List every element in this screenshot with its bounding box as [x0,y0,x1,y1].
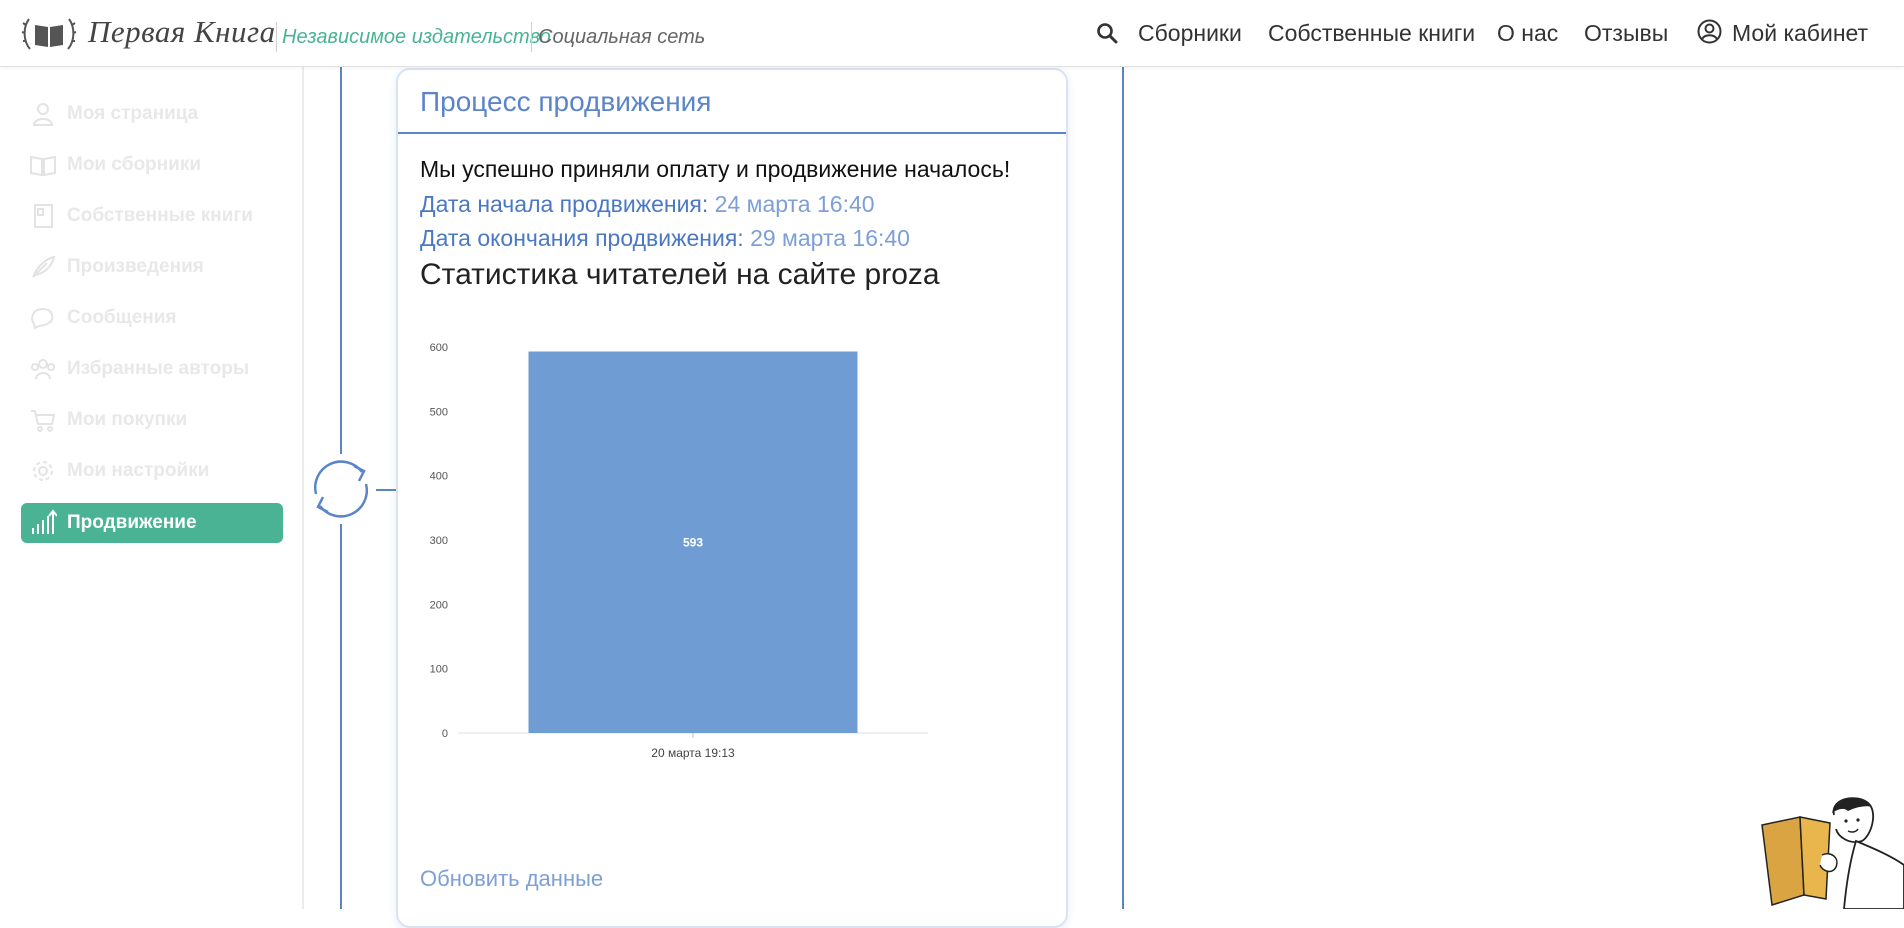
y-tick-label: 200 [430,599,448,611]
feather-icon [32,255,56,278]
nav-collections[interactable]: Сборники [1138,20,1242,47]
sidebar-item-purchases[interactable]: Мои покупки [21,400,283,440]
sidebar-item-own-books[interactable]: Собственные книги [21,196,283,236]
update-data-link[interactable]: Обновить данные [420,866,603,892]
sidebar-item-messages[interactable]: Сообщения [21,298,283,338]
gear-icon [33,461,53,481]
promotion-card: Процесс продвижения Мы успешно приняли о… [396,68,1068,928]
search-icon[interactable] [1096,22,1118,44]
sidebar-item-works[interactable]: Произведения [21,247,283,287]
book-icon [30,155,56,177]
card-title: Процесс продвижения [420,86,712,117]
sidebar-item-label: Мои покупки [67,409,188,430]
bar-data-label: 593 [683,535,703,549]
sidebar-item-label: Сообщения [67,307,177,328]
reading-mascot-illustration [1761,797,1904,909]
brand-divider [276,22,277,52]
y-tick-label: 600 [430,342,448,354]
start-date-label: Дата начала продвижения: [420,191,709,217]
brand-divider [531,22,532,52]
tagline-social: Социальная сеть [538,26,706,48]
start-date-row: Дата начала продвижения: 24 марта 16:40 [420,191,875,218]
user-icon [32,103,54,126]
end-date-row: Дата окончания продвижения: 29 марта 16:… [420,225,910,252]
group-icon [31,359,55,380]
timeline-line [1122,67,1124,909]
y-tick-label: 0 [442,728,448,740]
chart-up-icon [32,509,57,534]
sidebar-item-label: Произведения [67,256,204,277]
end-date-value: 29 марта 16:40 [750,225,910,251]
y-tick-label: 100 [430,664,448,676]
nav-my-account[interactable]: Мой кабинет [1732,20,1868,47]
sidebar-item-label: Моя страница [67,103,199,124]
sidebar-item-label: Мои настройки [67,460,210,481]
tagline-publisher: Независимое издательство [282,26,551,48]
top-header: Первая Книга Независимое издательство Со… [0,0,1904,67]
start-date-value: 24 марта 16:40 [714,191,875,217]
sidebar-item-label: Избранные авторы [67,358,250,379]
nav-about[interactable]: О нас [1497,20,1558,47]
title-divider [398,132,1066,134]
account-icon[interactable] [1697,19,1722,44]
sidebar-item-settings[interactable]: Мои настройки [21,451,283,491]
x-tick-label: 20 марта 19:13 [651,746,735,760]
chat-icon [31,307,54,330]
stats-title: Статистика читателей на сайте proza [420,258,940,291]
cart-icon [31,410,56,432]
sidebar: Моя страница Мои сборники Собственные кн… [0,67,304,909]
y-tick-label: 300 [430,535,448,547]
end-date-label: Дата окончания продвижения: [420,225,744,251]
nav-reviews[interactable]: Отзывы [1584,20,1668,47]
sidebar-item-favorite-authors[interactable]: Избранные авторы [21,349,283,389]
sidebar-item-promotion[interactable]: Продвижение [21,503,283,543]
sidebar-item-my-page[interactable]: Моя страница [21,94,283,134]
readers-bar-chart: 0 100 200 300 400 500 600 593 20 марта 19:13 [430,342,928,760]
y-tick-label: 400 [430,471,448,483]
notebook-icon [34,204,53,228]
logo-book-icon[interactable] [20,13,78,55]
nav-own-books[interactable]: Собственные книги [1268,20,1475,47]
brand-name[interactable]: Первая Книга [88,14,276,50]
sidebar-item-my-collections[interactable]: Мои сборники [21,145,283,185]
sidebar-item-label: Мои сборники [67,154,202,175]
refresh-cycle-icon [306,454,376,524]
y-tick-label: 500 [430,406,448,418]
payment-success-message: Мы успешно приняли оплату и продвижение … [420,156,1011,182]
sidebar-item-label: Собственные книги [67,205,253,226]
sidebar-item-label: Продвижение [67,512,197,533]
